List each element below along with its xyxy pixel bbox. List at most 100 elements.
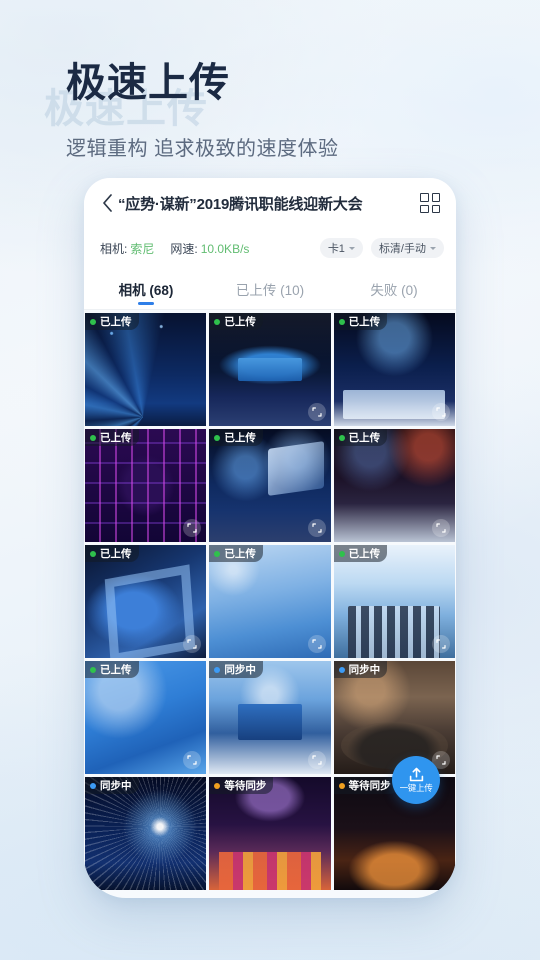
thumbnail-cell[interactable]: 已上传 [85,429,207,542]
thumbnail-cell[interactable]: 已上传 [333,545,455,658]
thumbnail-cell[interactable]: 等待同步 [209,777,331,890]
network-speed-value: 10.0KB/s [200,241,250,256]
status-badge: 已上传 [209,545,263,562]
status-dot-icon [338,550,345,557]
camera-info: 相机: 索尼 [100,240,154,257]
thumbnail-cell[interactable]: 已上传 [333,429,455,542]
network-speed-label: 网速: [170,241,198,256]
chevron-down-icon [348,246,355,250]
expand-icon[interactable] [432,403,450,421]
thumbnail-cell[interactable]: 同步中 [209,661,331,774]
app-header: “应势·谋新”2019腾讯职能线迎新大会 [84,178,456,228]
status-badge-label: 等待同步 [348,780,391,792]
status-dot-icon [338,782,345,789]
grid-cell [420,204,429,213]
status-badge: 等待同步 [333,777,398,794]
expand-icon[interactable] [307,751,326,769]
expand-icon[interactable] [307,635,326,653]
status-dot-icon [90,434,96,441]
thumbnail-cell[interactable]: 等待同步 [333,777,455,890]
status-dot-icon [214,434,221,441]
grid-cell [431,204,440,213]
thumbnail-cell[interactable]: 已上传 [85,545,207,658]
chevron-down-icon [430,246,436,250]
thumbnail-cell[interactable]: 同步中 [85,777,207,890]
page-title: 极速上传 [66,61,230,105]
thumbnail-cell[interactable]: 已上传 [209,429,331,542]
expand-icon[interactable] [307,403,326,421]
tab-camera-label: 相机 (68) [118,282,174,298]
status-badge: 等待同步 [209,777,274,794]
thumbnail-cell[interactable]: 同步中 [333,661,455,774]
status-dot-icon [90,550,96,557]
expand-icon[interactable] [307,519,326,537]
status-badge: 已上传 [85,429,139,446]
grid-view-icon[interactable] [420,193,440,213]
status-badge: 已上传 [333,313,388,330]
phone-mockup-card: “应势·谋新”2019腾讯职能线迎新大会 相机: 索尼 网速: 10.0KB/s 卡… [84,178,456,898]
tab-bar: 相机 (68) 已上传 (10) 失败 (0) [84,268,456,310]
status-badge: 同步中 [85,777,139,794]
thumbnail-cell[interactable]: 已上传 [209,313,331,426]
app-header-title: “应势·谋新”2019腾讯职能线迎新大会 [118,195,363,213]
status-badge-label: 已上传 [224,316,256,328]
hero-section: 极速上传 极速上传 逻辑重构 追求极致的速度体验 [44,56,339,161]
camera-label: 相机: [100,241,128,256]
status-badge-label: 已上传 [100,432,132,444]
status-badge-label: 已上传 [100,548,132,560]
quality-mode-dropdown[interactable]: 标清/手动 [370,238,444,258]
tab-uploaded[interactable]: 已上传 (10) [208,268,332,309]
status-badge: 已上传 [333,545,388,562]
status-badge-label: 已上传 [348,548,381,560]
tab-failed[interactable]: 失败 (0) [332,268,456,309]
expand-icon[interactable] [432,519,450,537]
status-badge-label: 同步中 [224,664,256,676]
one-key-upload-label: 一键上传 [399,783,433,794]
status-badge-label: 同步中 [348,664,381,676]
tab-camera[interactable]: 相机 (68) [84,268,208,309]
status-dot-icon [214,550,221,557]
status-dot-icon [90,666,96,673]
thumbnail-cell[interactable]: 已上传 [209,545,331,658]
status-dot-icon [90,318,96,325]
status-dot-icon [338,318,345,325]
status-badge: 同步中 [333,661,388,678]
expand-icon[interactable] [432,635,450,653]
status-badge: 已上传 [209,313,263,330]
status-info-row: 相机: 索尼 网速: 10.0KB/s 卡1 标清/手动 [84,228,456,268]
status-dot-icon [214,318,221,325]
status-badge: 同步中 [209,661,263,678]
status-badge-label: 已上传 [348,432,381,444]
status-badge: 已上传 [209,429,263,446]
status-badge-label: 已上传 [100,664,132,676]
card-slot-dropdown[interactable]: 卡1 [319,238,363,258]
camera-value: 索尼 [130,241,155,256]
status-badge-label: 已上传 [224,548,256,560]
upload-icon [409,767,423,782]
hero-title-wrap: 极速上传 极速上传 [44,56,339,131]
thumbnail-cell[interactable]: 已上传 [333,313,455,426]
status-dot-icon [214,782,221,789]
status-badge-label: 同步中 [100,780,132,792]
status-badge-label: 已上传 [100,316,132,328]
status-badge-label: 已上传 [348,316,381,328]
grid-cell [420,193,429,202]
card-slot-label: 卡1 [327,243,345,255]
quality-mode-label: 标清/手动 [378,243,426,255]
grid-cell [431,193,440,202]
status-badge-label: 等待同步 [224,780,267,792]
status-badge: 已上传 [85,313,139,330]
chevron-left-icon[interactable] [98,192,116,214]
status-dot-icon [90,782,96,789]
status-dot-icon [338,666,345,673]
hero-subtitle: 逻辑重构 追求极致的速度体验 [66,138,339,160]
thumbnail-cell[interactable]: 已上传 [85,661,207,774]
status-badge: 已上传 [85,661,139,678]
one-key-upload-button[interactable]: 一键上传 [392,756,440,804]
status-badge: 已上传 [85,545,139,562]
status-badge-label: 已上传 [224,432,256,444]
tab-uploaded-label: 已上传 (10) [235,282,305,298]
network-speed-info: 网速: 10.0KB/s [170,240,249,257]
thumbnail-cell[interactable]: 已上传 [85,313,207,426]
status-dot-icon [338,434,345,441]
